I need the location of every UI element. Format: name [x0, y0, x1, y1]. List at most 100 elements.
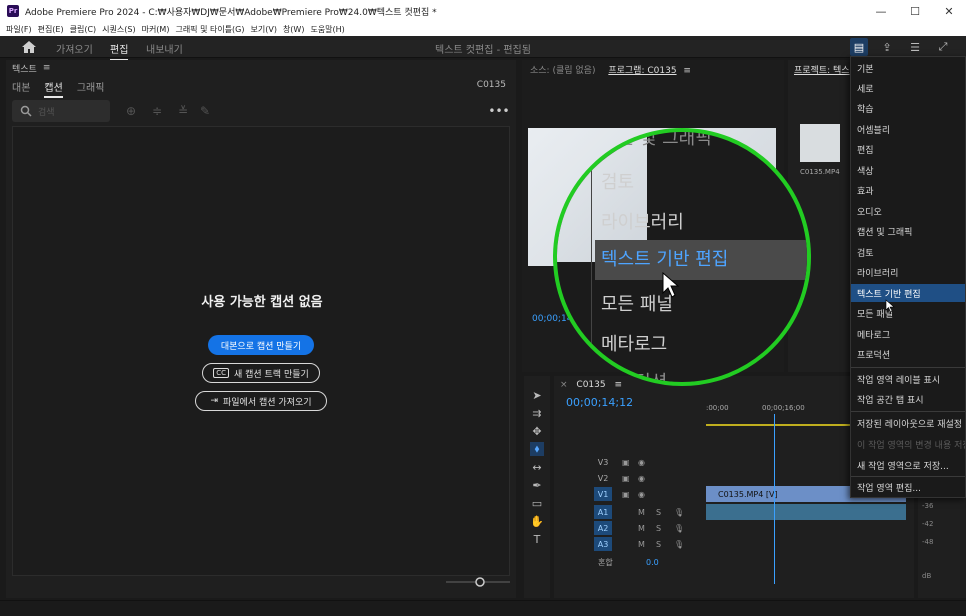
- audio-clip[interactable]: [706, 504, 906, 520]
- mute-button[interactable]: M: [638, 524, 645, 533]
- microphone-icon[interactable]: 🎙: [674, 508, 684, 517]
- new-caption-track-button[interactable]: CC 새 캡션 트랙 만들기: [202, 363, 320, 383]
- eye-icon[interactable]: ◉: [638, 490, 645, 499]
- tab-captions[interactable]: 캡션: [44, 79, 64, 98]
- closed-caption-icon: CC: [213, 368, 229, 378]
- menu-view[interactable]: 보기(V): [251, 24, 277, 35]
- workspace-item[interactable]: 효과: [851, 181, 965, 199]
- ripple-edit-tool-icon[interactable]: ✥: [530, 424, 544, 438]
- minimize-button[interactable]: —: [864, 0, 898, 22]
- razor-tool-icon[interactable]: ⬧: [530, 442, 544, 456]
- tab-transcript[interactable]: 대본: [12, 79, 30, 94]
- workspace-item[interactable]: 세로: [851, 79, 965, 97]
- more-options-icon[interactable]: •••: [488, 104, 509, 118]
- show-workspace-tabs-item[interactable]: 작업 공간 탭 표시: [851, 390, 965, 408]
- workspace-item[interactable]: 프로덕션: [851, 345, 965, 363]
- search-input[interactable]: 검색: [12, 100, 110, 122]
- sync-lock-icon[interactable]: ▣: [622, 458, 630, 467]
- share-icon[interactable]: ⇪: [878, 38, 896, 56]
- workspace-item[interactable]: 라이브러리: [851, 263, 965, 281]
- playhead[interactable]: [774, 414, 775, 584]
- zoom-slider[interactable]: [446, 576, 510, 588]
- track-select-tool-icon[interactable]: ⇉: [530, 406, 544, 420]
- close-button[interactable]: ✕: [932, 0, 966, 22]
- reset-layout-item[interactable]: 저장된 레이아웃으로 재설정: [851, 414, 965, 432]
- slip-tool-icon[interactable]: ↔: [530, 460, 544, 474]
- menu-file[interactable]: 파일(F): [6, 24, 32, 35]
- close-tab-icon[interactable]: ×: [560, 380, 568, 390]
- pen-tool-icon[interactable]: ✒: [530, 478, 544, 492]
- show-workspace-labels-item[interactable]: 작업 영역 레이블 표시: [851, 370, 965, 388]
- workspace-item[interactable]: 메타로그: [851, 325, 965, 343]
- menu-graphics[interactable]: 그래픽 및 타이틀(G): [175, 24, 244, 35]
- workspace-item[interactable]: 캡션 및 그래픽: [851, 222, 965, 240]
- split-icon[interactable]: ≚: [176, 104, 190, 118]
- type-tool-icon[interactable]: T: [530, 532, 544, 546]
- workspace-item[interactable]: 학습: [851, 99, 965, 117]
- workspaces-icon[interactable]: ▤: [850, 38, 868, 56]
- workspace-item[interactable]: 어셈블리: [851, 120, 965, 138]
- sync-lock-icon[interactable]: ▣: [622, 490, 630, 499]
- source-monitor-tab[interactable]: 소스: (클립 없음): [530, 66, 595, 76]
- menu-marker[interactable]: 마커(M): [142, 24, 170, 35]
- clip-thumbnail[interactable]: [800, 124, 840, 162]
- eye-icon[interactable]: ◉: [638, 474, 645, 483]
- import-captions-button[interactable]: ⇥ 파일에서 캡션 가져오기: [195, 391, 327, 411]
- tab-edit[interactable]: 편집: [110, 41, 129, 61]
- workspace-item[interactable]: 색상: [851, 161, 965, 179]
- track-label-a1[interactable]: A1: [594, 505, 612, 519]
- callout-item-review: 검토: [601, 172, 635, 193]
- track-label-v3[interactable]: V3: [594, 455, 612, 469]
- sync-lock-icon[interactable]: ▣: [622, 474, 630, 483]
- track-label-v1[interactable]: V1: [594, 487, 612, 501]
- menu-clip[interactable]: 클립(C): [70, 24, 97, 35]
- microphone-icon[interactable]: 🎙: [674, 524, 684, 533]
- track-label-v2[interactable]: V2: [594, 471, 612, 485]
- solo-button[interactable]: S: [656, 508, 661, 517]
- pencil-icon[interactable]: ✎: [198, 104, 212, 118]
- merge-up-icon[interactable]: ≑: [150, 104, 164, 118]
- workspace-item[interactable]: 검토: [851, 243, 965, 261]
- menu-help[interactable]: 도움말(H): [310, 24, 344, 35]
- tab-import[interactable]: 가져오기: [56, 41, 93, 56]
- menu-edit[interactable]: 편집(E): [38, 24, 64, 35]
- save-as-new-workspace-item[interactable]: 새 작업 영역으로 저장...: [851, 456, 965, 474]
- workspace-item[interactable]: 오디오: [851, 202, 965, 220]
- new-caption-track-label: 새 캡션 트랙 만들기: [233, 369, 309, 380]
- quick-export-icon[interactable]: ☰: [906, 38, 924, 56]
- timeline-timecode[interactable]: 00;00;14;12: [566, 396, 633, 409]
- tab-export[interactable]: 내보내기: [146, 41, 183, 56]
- create-captions-from-transcript-button[interactable]: 대본으로 캡션 만들기: [208, 335, 314, 355]
- tab-graphics[interactable]: 그래픽: [77, 79, 105, 94]
- mute-button[interactable]: M: [638, 540, 645, 549]
- maximize-button[interactable]: ☐: [898, 0, 932, 22]
- track-label-a2[interactable]: A2: [594, 521, 612, 535]
- fullscreen-icon[interactable]: ⤢: [934, 38, 952, 56]
- menu-sequence[interactable]: 시퀀스(S): [102, 24, 135, 35]
- solo-button[interactable]: S: [656, 524, 661, 533]
- workspace-item-text-based-editing[interactable]: 텍스트 기반 편집: [851, 284, 965, 302]
- home-icon[interactable]: [20, 39, 38, 55]
- edit-workspaces-item[interactable]: 작업 영역 편집...: [851, 478, 965, 496]
- menu-window[interactable]: 창(W): [283, 24, 305, 35]
- hand-tool-icon[interactable]: ✋: [530, 514, 544, 528]
- add-caption-icon[interactable]: ⊕: [124, 104, 138, 118]
- mute-button[interactable]: M: [638, 508, 645, 517]
- workspace-item[interactable]: 기본: [851, 59, 965, 77]
- track-a1: A1 M S 🎙: [554, 504, 914, 520]
- title-bar: Pr Adobe Premiere Pro 2024 - C:₩사용자₩DJ₩문…: [0, 0, 966, 22]
- mix-value[interactable]: 0.0: [646, 558, 659, 567]
- selection-tool-icon[interactable]: ➤: [530, 388, 544, 402]
- microphone-icon[interactable]: 🎙: [674, 540, 684, 549]
- track-label-a3[interactable]: A3: [594, 537, 612, 551]
- track-a2: A2 M S 🎙: [554, 520, 914, 536]
- program-monitor-tab[interactable]: 프로그램: C0135: [608, 66, 676, 76]
- rectangle-tool-icon[interactable]: ▭: [530, 496, 544, 510]
- program-menu-icon[interactable]: ≡: [683, 66, 691, 76]
- project-panel-title[interactable]: 프로젝트: 텍스: [794, 63, 850, 76]
- workspace-item[interactable]: 모든 패널: [851, 304, 965, 322]
- eye-icon[interactable]: ◉: [638, 458, 645, 467]
- workspace-item[interactable]: 편집: [851, 140, 965, 158]
- solo-button[interactable]: S: [656, 540, 661, 549]
- panel-menu-icon[interactable]: ≡: [43, 63, 51, 73]
